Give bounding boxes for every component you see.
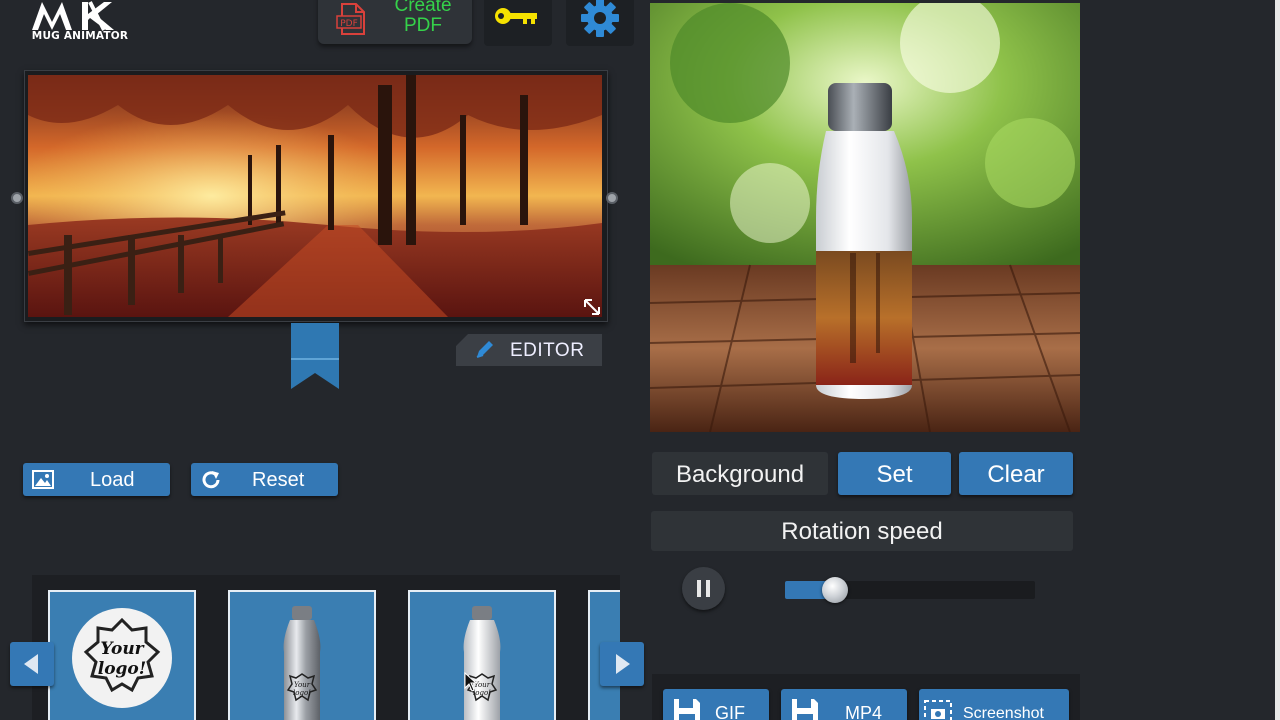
- load-label: Load: [90, 469, 135, 491]
- screenshot-button[interactable]: Screenshot: [919, 689, 1069, 720]
- reset-button[interactable]: Reset: [191, 463, 338, 496]
- expand-icon[interactable]: [582, 297, 602, 322]
- floppy-icon: [674, 699, 700, 720]
- image-icon: [32, 470, 54, 489]
- logo-text: MUG ANIMATOR: [31, 30, 129, 42]
- editor-artwork-image[interactable]: [28, 75, 602, 317]
- settings-button[interactable]: [566, 0, 634, 46]
- mouse-cursor-icon: [464, 671, 478, 697]
- screenshot-label: Screenshot: [963, 705, 1044, 720]
- svg-text:PDF: PDF: [340, 19, 358, 29]
- clear-label: Clear: [987, 461, 1045, 488]
- floppy-icon: [792, 699, 818, 720]
- background-label: Background: [652, 452, 828, 495]
- bookmark-icon[interactable]: [291, 323, 339, 389]
- carousel-prev-button[interactable]: [10, 642, 54, 686]
- pencil-icon: [476, 341, 493, 358]
- export-gif-button[interactable]: GIF: [663, 689, 769, 720]
- pause-icon: [697, 580, 710, 597]
- mp4-label: MP4: [845, 703, 883, 720]
- logo-text-line2: logo!: [293, 689, 311, 697]
- create-pdf-button[interactable]: PDF Create PDF: [318, 0, 472, 44]
- screenshot-icon: [924, 700, 952, 720]
- gif-label: GIF: [715, 703, 745, 720]
- slider-knob[interactable]: [822, 577, 848, 603]
- carousel-next-button[interactable]: [600, 642, 644, 686]
- carousel-item-silver-bottle[interactable]: Your logo!: [228, 590, 376, 720]
- bottle-preview[interactable]: [650, 3, 1080, 432]
- rotation-speed-label: Rotation speed: [651, 511, 1073, 551]
- editor-button[interactable]: EDITOR: [456, 334, 602, 366]
- arrow-left-icon: [24, 654, 38, 674]
- create-pdf-line1: Create: [394, 0, 452, 16]
- pdf-icon: PDF: [334, 2, 370, 41]
- arrow-right-icon: [616, 654, 630, 674]
- load-button[interactable]: Load: [23, 463, 170, 496]
- key-icon: [495, 8, 537, 24]
- set-background-button[interactable]: Set: [838, 452, 951, 495]
- gear-icon: [581, 0, 619, 37]
- carousel-item-logo-badge[interactable]: Your logo!: [48, 590, 196, 720]
- export-mp4-button[interactable]: MP4: [781, 689, 907, 720]
- reset-label: Reset: [252, 469, 305, 491]
- logo-text-line1: Your: [294, 681, 311, 689]
- license-key-button[interactable]: [484, 0, 552, 46]
- clear-background-button[interactable]: Clear: [959, 452, 1073, 495]
- create-pdf-line2: PDF: [404, 15, 442, 36]
- logo-text-line2: logo!: [98, 659, 147, 679]
- carousel-item-white-bottle[interactable]: Your logo!: [408, 590, 556, 720]
- left-resize-handle[interactable]: [11, 192, 23, 204]
- pause-button[interactable]: [682, 567, 725, 610]
- window-edge: [1275, 0, 1280, 720]
- refresh-icon: [202, 471, 220, 489]
- app-logo: MUG ANIMATOR: [26, 0, 134, 46]
- set-label: Set: [876, 461, 913, 488]
- logo-text-line1: Your: [100, 639, 144, 659]
- editor-label: EDITOR: [510, 340, 585, 361]
- right-resize-handle[interactable]: [606, 192, 618, 204]
